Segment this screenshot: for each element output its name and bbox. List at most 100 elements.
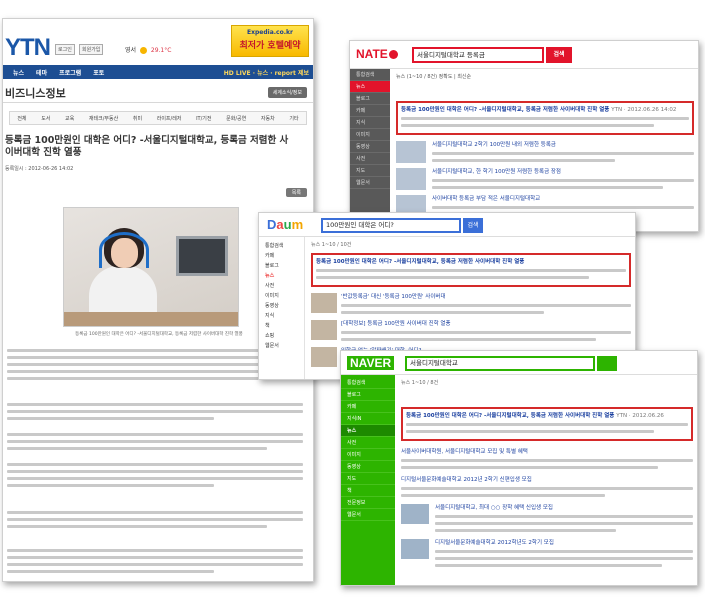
sidebar-item[interactable]: 지도 (341, 473, 395, 485)
sidebar-item[interactable]: 이미지 (350, 129, 390, 141)
join-button[interactable]: 회원가입 (79, 44, 104, 55)
result-thumbnail[interactable] (396, 168, 426, 190)
ytn-logo[interactable]: YTN (5, 34, 51, 62)
sidebar-item[interactable]: 지식iN (341, 413, 395, 425)
result-thumbnail[interactable] (311, 293, 337, 313)
result-title[interactable]: 사이버대학 등록금 부담 적은 서울디지털대학교 (432, 194, 694, 202)
sidebar-item-news[interactable]: 뉴스 (259, 271, 304, 281)
tab-item[interactable]: 문화/공연 (226, 115, 246, 122)
highlighted-result[interactable]: 등록금 100만원인 대학은 어디? -서울디지털대학교, 등록금 저렴한 사이… (396, 101, 694, 135)
daum-search-input[interactable]: 100만원인 대학은 어디? (321, 218, 461, 233)
nav-right[interactable]: HD LIVE · 뉴스 · report 제보 (224, 68, 313, 77)
tab-item[interactable]: 취미 (133, 115, 142, 122)
sidebar-item[interactable]: 통합검색 (350, 69, 390, 81)
result-thumbnail[interactable] (401, 504, 429, 524)
naver-search-window: NAVER 서울디지털대학교 통합검색 블로그 카페 지식iN 뉴스 사전 이미… (340, 350, 698, 586)
list-item[interactable]: 서울디지털대학교, 한 학기 100만원 저렴한 등록금 장점 (396, 167, 694, 190)
tab-item[interactable]: IT/기전 (196, 115, 211, 122)
sidebar-item[interactable]: 블로그 (341, 389, 395, 401)
sidebar-item[interactable]: 웹문서 (350, 177, 390, 189)
sidebar-item[interactable]: 이미지 (341, 449, 395, 461)
tab-item[interactable]: 라이프/레저 (157, 115, 182, 122)
sidebar-item[interactable]: 통합검색 (259, 241, 304, 251)
list-button[interactable]: 목록 (285, 188, 307, 197)
list-item[interactable]: 디지털서울문화예술대학교 2012학년도 2학기 모집 (401, 538, 693, 567)
naver-search-button[interactable] (597, 356, 617, 371)
list-item[interactable]: [대학정보] 등록금 100만원 사이버대 진학 열풍 (311, 319, 631, 341)
result-title[interactable]: 디지털서울문화예술대학교 2012년 2학기 신편입생 모집 (401, 475, 693, 483)
sidebar-item[interactable]: 지식 (259, 311, 304, 321)
tab-item[interactable]: 재테크/부동산 (89, 115, 118, 122)
result-title[interactable]: 서울사이버대학원, 서울디지털대학교 모집 및 특별 혜택 (401, 447, 693, 455)
ytn-nav: 뉴스 테마 프로그램 포토 HD LIVE · 뉴스 · report 제보 (3, 65, 313, 79)
daum-search-button[interactable]: 검색 (463, 218, 483, 233)
sidebar-item[interactable]: 블로그 (350, 93, 390, 105)
tab-item[interactable]: 자동차 (261, 115, 275, 122)
sidebar-item[interactable]: 동영상 (259, 301, 304, 311)
result-title[interactable]: 등록금 100만원인 대학은 어디? -서울디지털대학교, 등록금 저렴한 사이… (406, 413, 614, 419)
result-filter[interactable]: 뉴스 (1~10 / 8건) 정확도 | 최신순 (396, 73, 694, 83)
result-thumbnail[interactable] (401, 539, 429, 559)
result-title[interactable]: [대학정보] 등록금 100만원 사이버대 진학 열풍 (341, 319, 631, 327)
nate-search-button[interactable]: 검색 (546, 47, 572, 63)
result-thumbnail[interactable] (311, 347, 337, 367)
nav-item[interactable]: 뉴스 (13, 68, 24, 77)
tab-item[interactable]: 기타 (289, 115, 298, 122)
list-item[interactable]: 서울디지털대학교 2학기 100만원 내외 저렴한 등록금 (396, 140, 694, 163)
daum-logo[interactable]: Daum (267, 217, 303, 232)
sidebar-item[interactable]: 책 (259, 321, 304, 331)
result-title[interactable]: '반값등록금' 대신 '등록금 100만원' 사이버대 (341, 292, 631, 300)
highlighted-result[interactable]: 등록금 100만원인 대학은 어디? -서울디지털대학교, 등록금 저렴한 사이… (311, 253, 631, 287)
nav-item[interactable]: 테마 (36, 68, 47, 77)
result-title[interactable]: 등록금 100만원인 대학은 어디? -서울디지털대학교, 등록금 저렴한 사이… (316, 257, 626, 265)
sidebar-item[interactable]: 카페 (350, 105, 390, 117)
sidebar-item[interactable]: 웹문서 (341, 509, 395, 521)
sidebar-item[interactable]: 지도 (350, 165, 390, 177)
sidebar-item-news[interactable]: 뉴스 (350, 81, 390, 93)
list-item[interactable]: 디지털서울문화예술대학교 2012년 2학기 신편입생 모집 (401, 475, 693, 497)
highlighted-result[interactable]: 등록금 100만원인 대학은 어디? -서울디지털대학교, 등록금 저렴한 사이… (401, 407, 693, 441)
login-button[interactable]: 로그인 (55, 44, 75, 55)
sidebar-item[interactable]: 전문정보 (341, 497, 395, 509)
nate-logo[interactable]: NATE (356, 47, 398, 61)
sidebar-item[interactable]: 카페 (341, 401, 395, 413)
sidebar-item[interactable]: 웹문서 (259, 341, 304, 351)
sidebar-item[interactable]: 책 (341, 485, 395, 497)
sidebar-item[interactable]: 사전 (350, 153, 390, 165)
sidebar-item[interactable]: 카페 (259, 251, 304, 261)
sidebar-item-news[interactable]: 뉴스 (341, 425, 395, 437)
list-item[interactable]: '반값등록금' 대신 '등록금 100만원' 사이버대 (311, 292, 631, 314)
result-title[interactable]: 등록금 100만원인 대학은 어디? -서울디지털대학교, 등록금 저렴한 사이… (401, 107, 609, 113)
sidebar-item[interactable]: 지식 (350, 117, 390, 129)
nav-item[interactable]: 포토 (93, 68, 104, 77)
sidebar-item[interactable]: 이미지 (259, 291, 304, 301)
result-title[interactable]: 서울디지털대학교, 한 학기 100만원 저렴한 등록금 장점 (432, 167, 694, 175)
tab-item[interactable]: 도서 (41, 115, 50, 122)
section-button[interactable]: 세계소식/정보 (267, 87, 307, 98)
list-item[interactable]: 서울디지털대학교, 최대 ○○ 장학 혜택 신입생 모집 (401, 503, 693, 532)
sidebar-item[interactable]: 동영상 (350, 141, 390, 153)
list-item[interactable]: 서울사이버대학원, 서울디지털대학교 모집 및 특별 혜택 (401, 447, 693, 469)
naver-results: 뉴스 1~10 / 8건 등록금 100만원인 대학은 어디? -서울디지털대학… (401, 379, 693, 571)
daum-sidebar: 통합검색 카페 블로그 뉴스 사전 이미지 동영상 지식 책 쇼핑 웹문서 (259, 237, 305, 379)
section-header: 비즈니스정보 세계소식/정보 (3, 79, 313, 103)
sidebar-item[interactable]: 사전 (259, 281, 304, 291)
sidebar-item[interactable]: 통합검색 (341, 377, 395, 389)
result-thumbnail[interactable] (311, 320, 337, 340)
sidebar-item[interactable]: 쇼핑 (259, 331, 304, 341)
result-title[interactable]: 서울디지털대학교, 최대 ○○ 장학 혜택 신입생 모집 (435, 503, 693, 511)
nate-search-input[interactable]: 서울디지털대학교 등록금 (412, 47, 544, 63)
expedia-ad[interactable]: Expedia.co.kr 최저가 호텔예약 (231, 25, 309, 57)
result-thumbnail[interactable] (396, 141, 426, 163)
tab-item[interactable]: 교육 (65, 115, 74, 122)
result-title[interactable]: 디지털서울문화예술대학교 2012학년도 2학기 모집 (435, 538, 693, 546)
naver-search-input[interactable]: 서울디지털대학교 (405, 356, 595, 371)
sidebar-item[interactable]: 사전 (341, 437, 395, 449)
nav-item[interactable]: 프로그램 (59, 68, 81, 77)
naver-logo[interactable]: NAVER (347, 356, 395, 370)
tab-item[interactable]: 전체 (17, 115, 26, 122)
result-title[interactable]: 서울디지털대학교 2학기 100만원 내외 저렴한 등록금 (432, 140, 694, 148)
sidebar-item[interactable]: 동영상 (341, 461, 395, 473)
sidebar-item[interactable]: 블로그 (259, 261, 304, 271)
ytn-header: YTN 로그인 회원가입 영서 29.1°C Expedia.co.kr 최저가… (3, 19, 313, 65)
